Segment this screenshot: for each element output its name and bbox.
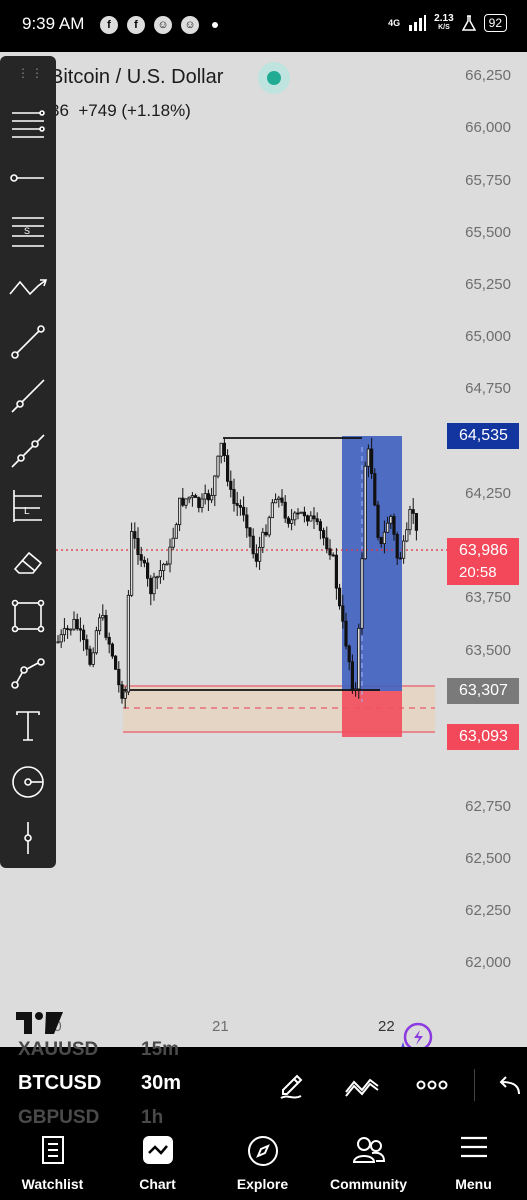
undo-icon [499, 1076, 520, 1095]
more-dots-icon [416, 1080, 448, 1090]
price-tick: 64,750 [465, 380, 511, 397]
network-type: 4G [388, 18, 401, 28]
bar-countdown: 20:58 [447, 561, 519, 585]
separator [474, 1069, 475, 1101]
zigzag-icon[interactable] [8, 267, 48, 307]
long-position-icon[interactable]: L [8, 486, 48, 526]
svg-text:L: L [24, 506, 30, 517]
price-tick: 65,500 [465, 224, 511, 241]
nav-chart[interactable]: Chart [105, 1125, 210, 1200]
svg-text:S: S [24, 226, 30, 236]
menu-icon [460, 1136, 487, 1158]
dot-icon [212, 22, 218, 28]
undo-button[interactable] [494, 1067, 524, 1103]
more-button[interactable] [412, 1067, 452, 1103]
path-icon[interactable] [8, 652, 48, 692]
ray-icon[interactable] [8, 376, 48, 416]
entry-price-label[interactable]: 63,307 [447, 678, 519, 704]
prev-symbol[interactable]: XAUUSD [18, 1039, 98, 1061]
price-tick: 62,500 [465, 850, 511, 867]
nav-label: Community [330, 1176, 407, 1192]
battery-level: 92 [483, 14, 507, 32]
community-icon [352, 1137, 385, 1163]
price-change: +749 (+1.18%) [78, 101, 191, 120]
notification-icons: f f ☺ ☺ [100, 16, 218, 34]
price-change-row: 36 +749 (+1.18%) [50, 101, 191, 121]
draw-brush-button[interactable] [272, 1067, 312, 1103]
nav-label: Menu [455, 1176, 492, 1192]
price-tick: 65,250 [465, 276, 511, 293]
timeframe-selector[interactable]: 30m [141, 1072, 181, 1095]
status-time: 9:39 AM [22, 14, 85, 33]
rectangle-icon[interactable] [8, 596, 48, 636]
watchlist-icon [41, 1136, 64, 1164]
price-tick: 66,250 [465, 67, 511, 84]
system-indicators: 4G 2.13 K/S 92 [388, 14, 507, 32]
nav-label: Watchlist [21, 1176, 84, 1192]
text-icon[interactable] [8, 706, 48, 746]
price-tick: 65,750 [465, 172, 511, 189]
price-tick: 62,250 [465, 902, 511, 919]
indicators-button[interactable] [342, 1067, 382, 1103]
stop-zone[interactable] [342, 691, 402, 737]
price-tick: 62,750 [465, 798, 511, 815]
nav-watchlist[interactable]: Watchlist [0, 1125, 105, 1200]
nav-explore[interactable]: Explore [210, 1125, 315, 1200]
bottom-navigation: Watchlist Chart Explore Community Menu [0, 1125, 527, 1200]
facebook-icon: f [127, 16, 145, 34]
price-chart[interactable]: Bitcoin / U.S. Dollar 36 +749 (+1.18%) 6… [0, 52, 527, 1047]
date-tick: 22 [378, 1018, 395, 1035]
market-status-icon[interactable] [258, 62, 290, 94]
price-tick: 65,000 [465, 328, 511, 345]
menu-lines-icon[interactable] [8, 102, 48, 142]
facebook-icon: f [100, 16, 118, 34]
status-bar: 9:39 AM f f ☺ ☺ 4G 2.13 K/S 92 [0, 0, 527, 52]
eraser-icon[interactable] [8, 542, 48, 582]
nav-label: Chart [139, 1176, 176, 1192]
nav-community[interactable]: Community [316, 1125, 421, 1200]
drawing-toolbar: ⋮⋮ S L [0, 56, 56, 868]
circle-icon[interactable] [8, 762, 48, 802]
nav-menu[interactable]: Menu [421, 1125, 526, 1200]
price-tick: 62,000 [465, 954, 511, 971]
pencil-icon [280, 1074, 303, 1099]
signal-icon [409, 15, 427, 31]
horizontal-line-icon[interactable] [8, 158, 48, 198]
nav-label: Explore [236, 1176, 289, 1192]
ai-assistant-icon[interactable] [394, 1022, 436, 1047]
net-speed: 2.13 [434, 13, 454, 24]
fib-retracement-icon[interactable]: S [8, 212, 48, 252]
snapchat-icon: ☺ [154, 16, 172, 34]
stop-price-label[interactable]: 63,093 [447, 724, 519, 750]
indicators-icon [345, 1078, 379, 1097]
compass-icon [247, 1136, 278, 1166]
symbol-title[interactable]: Bitcoin / U.S. Dollar [50, 66, 223, 89]
symbol-bar[interactable]: XAUUSD 15m BTCUSD 30m GBPUSD 1h [0, 1039, 527, 1128]
vertical-line-icon[interactable] [8, 818, 48, 858]
price-tick: 66,000 [465, 119, 511, 136]
prev-timeframe[interactable]: 15m [141, 1039, 179, 1061]
extended-line-icon[interactable] [8, 431, 48, 471]
target-price-label[interactable]: 64,535 [447, 423, 519, 449]
symbol-title-text: Bitcoin / U.S. Dollar [50, 66, 224, 88]
chart-icon [142, 1136, 173, 1164]
net-speed-unit: K/S [438, 24, 450, 31]
symbol-selector[interactable]: BTCUSD [18, 1072, 101, 1095]
trend-line-icon[interactable] [8, 322, 48, 362]
price-tick: 63,750 [465, 589, 511, 606]
price-tick: 64,250 [465, 485, 511, 502]
drag-handle-icon[interactable]: ⋮⋮ [17, 66, 45, 80]
tradingview-logo[interactable] [16, 1010, 64, 1036]
flask-icon [461, 15, 476, 31]
date-tick: 21 [212, 1018, 229, 1035]
price-tick: 63,500 [465, 642, 511, 659]
snapchat-icon: ☺ [181, 16, 199, 34]
